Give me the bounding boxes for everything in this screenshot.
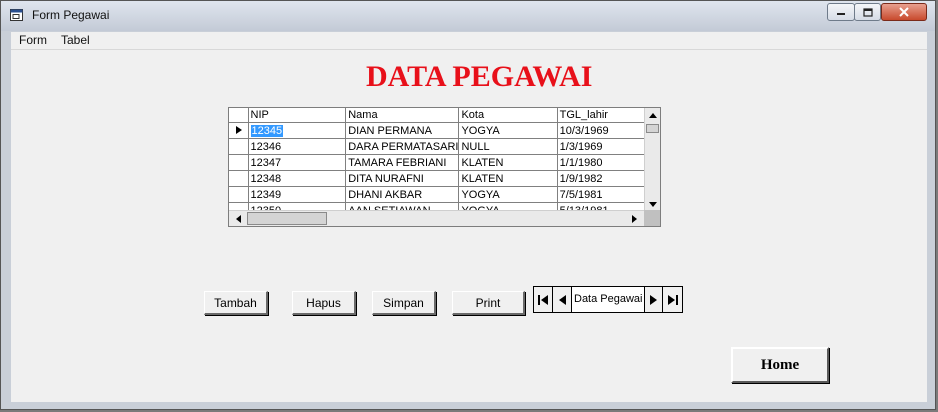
move-first-icon: [538, 294, 548, 305]
horizontal-scrollbar[interactable]: [229, 210, 645, 226]
arrow-down-icon: [648, 202, 657, 207]
minimize-icon: [837, 13, 845, 15]
table-row[interactable]: 12348 DITA NURAFNI KLATEN 1/9/1982: [229, 170, 660, 187]
table-row[interactable]: 12347 TAMARA FEBRIANI KLATEN 1/1/1980: [229, 154, 660, 171]
table-cell[interactable]: DHANI AKBAR: [345, 186, 460, 203]
table-cell[interactable]: 12345: [248, 122, 347, 139]
data-control: Data Pegawai: [533, 286, 683, 313]
title-bar[interactable]: Form Pegawai: [1, 1, 935, 31]
record-selector[interactable]: [229, 186, 249, 203]
page-title: DATA PEGAWAI: [366, 60, 593, 93]
maximize-button[interactable]: [854, 3, 881, 21]
print-button[interactable]: Print: [452, 291, 525, 315]
table-cell[interactable]: DIAN PERMANA: [345, 122, 460, 139]
horizontal-scroll-thumb[interactable]: [247, 212, 327, 225]
table-cell[interactable]: DITA NURAFNI: [345, 170, 460, 187]
form-pegawai-window: Form Pegawai Form Tabel DATA PEGAWAI NIP…: [0, 0, 936, 410]
table-cell[interactable]: YOGYA: [458, 122, 558, 139]
menu-bar: Form Tabel: [11, 32, 927, 50]
close-icon: [899, 7, 909, 17]
scroll-up-button[interactable]: [645, 108, 660, 123]
vb-form-icon: [10, 9, 23, 21]
current-record-arrow-icon: [236, 126, 242, 134]
move-previous-button[interactable]: [553, 287, 572, 312]
minimize-button[interactable]: [827, 3, 855, 21]
table-row[interactable]: 12349 DHANI AKBAR YOGYA 7/5/1981: [229, 186, 660, 203]
record-selector[interactable]: [229, 170, 249, 187]
scrollbar-corner: [644, 210, 660, 226]
table-cell[interactable]: NULL: [458, 138, 558, 155]
form-client-area: DATA PEGAWAI NIP Nama Kota TGL_lahir 123…: [11, 50, 927, 402]
table-cell[interactable]: 12346: [248, 138, 347, 155]
record-selector[interactable]: [229, 138, 249, 155]
move-first-button[interactable]: [534, 287, 553, 312]
arrow-right-icon: [632, 214, 637, 223]
maximize-icon: [862, 7, 873, 17]
close-button[interactable]: [881, 3, 927, 21]
table-cell[interactable]: 12348: [248, 170, 347, 187]
scroll-right-button[interactable]: [627, 211, 642, 226]
employee-data-grid[interactable]: NIP Nama Kota TGL_lahir 12345 DIAN PERMA…: [228, 107, 661, 227]
table-row[interactable]: 12345 DIAN PERMANA YOGYA 10/3/1969: [229, 122, 660, 139]
arrow-up-icon: [648, 113, 657, 118]
grid-table: NIP Nama Kota TGL_lahir 12345 DIAN PERMA…: [229, 108, 660, 219]
data-control-caption: Data Pegawai: [574, 293, 643, 305]
table-cell[interactable]: TAMARA FEBRIANI: [345, 154, 460, 171]
home-button[interactable]: Home: [731, 347, 829, 383]
table-cell[interactable]: YOGYA: [458, 186, 558, 203]
grid-corner-cell: [229, 108, 249, 123]
tambah-button[interactable]: Tambah: [204, 291, 268, 315]
column-header-nip[interactable]: NIP: [248, 108, 347, 123]
record-selector[interactable]: [229, 122, 249, 139]
simpan-button[interactable]: Simpan: [372, 291, 436, 315]
move-last-button[interactable]: [663, 287, 682, 312]
move-last-icon: [667, 294, 678, 305]
selected-cell-text: 12345: [250, 124, 284, 137]
hapus-button[interactable]: Hapus: [292, 291, 356, 315]
vertical-scroll-thumb[interactable]: [646, 124, 659, 133]
move-previous-icon: [558, 294, 566, 305]
window-title: Form Pegawai: [32, 8, 110, 22]
table-cell[interactable]: KLATEN: [458, 154, 558, 171]
grid-header-row: NIP Nama Kota TGL_lahir: [229, 108, 660, 123]
move-next-button[interactable]: [644, 287, 663, 312]
vertical-scrollbar[interactable]: [644, 108, 660, 212]
arrow-left-icon: [236, 214, 241, 223]
menu-form[interactable]: Form: [19, 33, 47, 47]
table-row[interactable]: 12346 DARA PERMATASARI NULL 1/3/1969: [229, 138, 660, 155]
column-header-kota[interactable]: Kota: [458, 108, 558, 123]
scroll-left-button[interactable]: [231, 211, 246, 226]
table-cell[interactable]: 12347: [248, 154, 347, 171]
record-selector[interactable]: [229, 154, 249, 171]
menu-tabel[interactable]: Tabel: [61, 33, 90, 47]
move-next-icon: [650, 294, 657, 305]
window-bottom-border: [11, 402, 927, 409]
column-header-nama[interactable]: Nama: [345, 108, 460, 123]
table-cell[interactable]: KLATEN: [458, 170, 558, 187]
table-cell[interactable]: DARA PERMATASARI: [345, 138, 460, 155]
table-cell[interactable]: 12349: [248, 186, 347, 203]
